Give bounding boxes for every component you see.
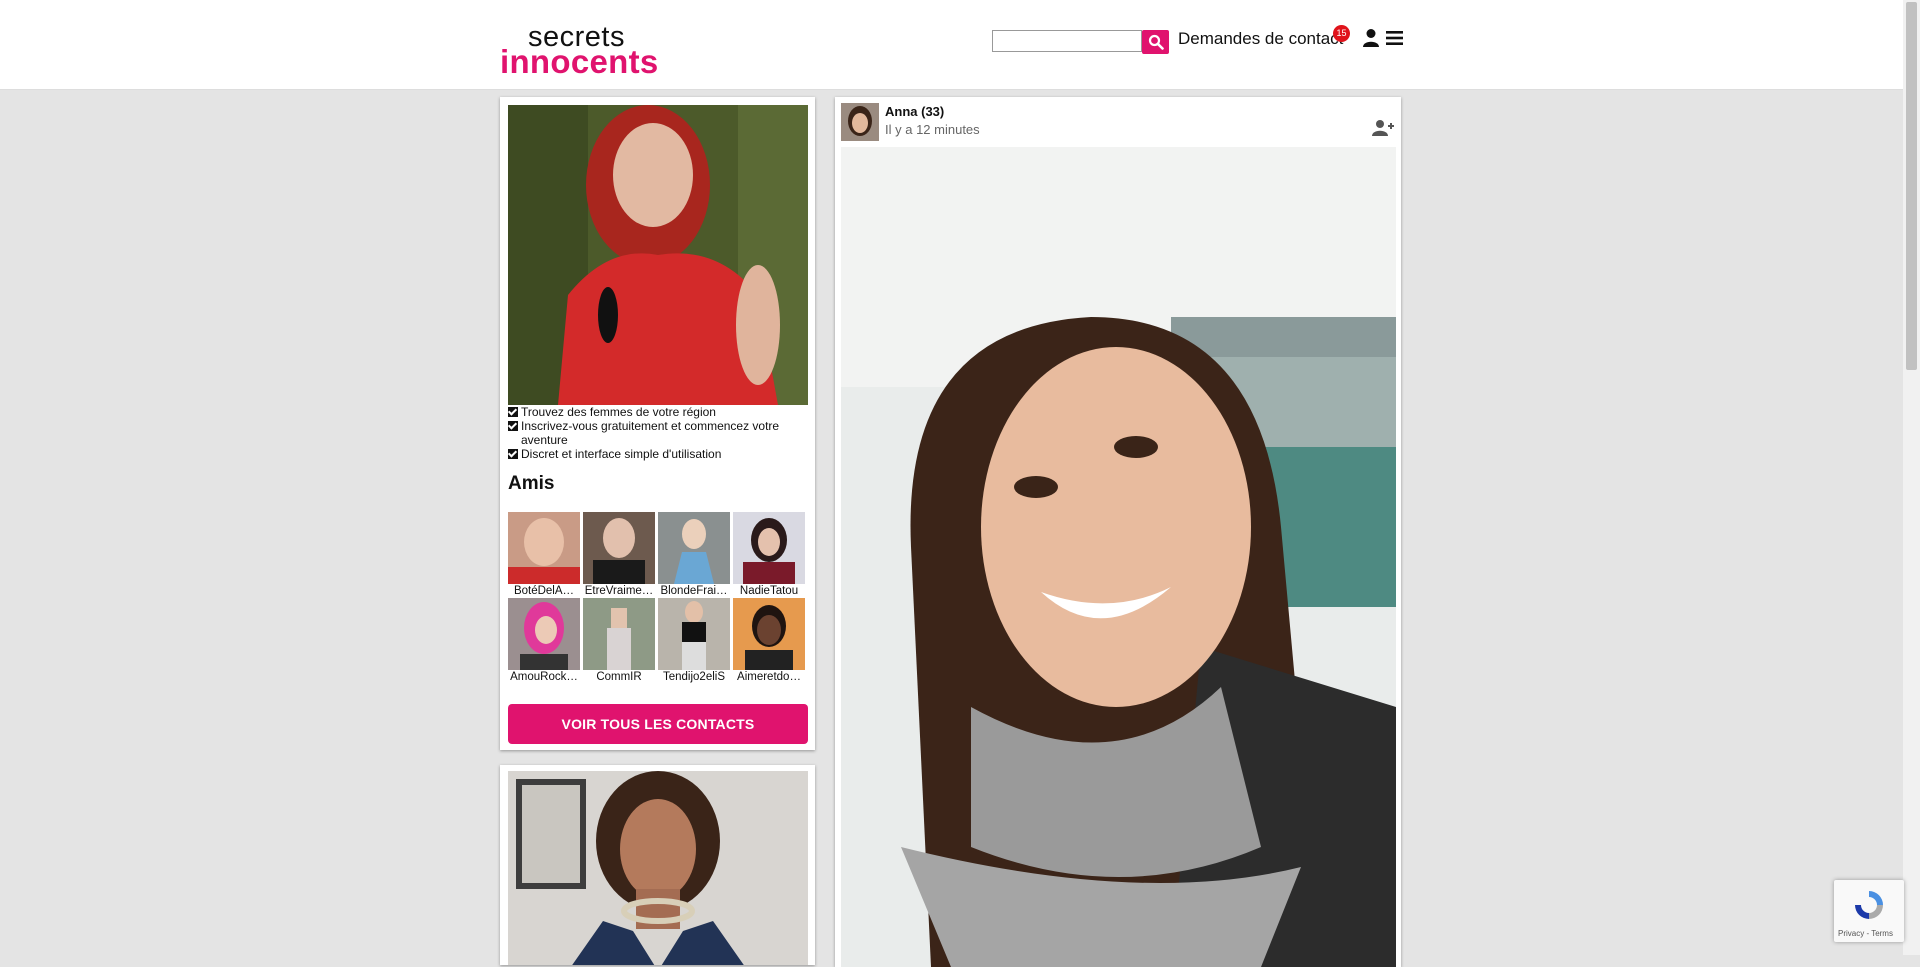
post-author-avatar[interactable] [841, 103, 879, 141]
notification-badge: 15 [1333, 25, 1350, 42]
friend-name[interactable]: Aimeretdo… [733, 670, 805, 684]
checkbox-icon [508, 407, 518, 417]
logo-line-2: innocents [500, 43, 659, 80]
recaptcha-icon [1855, 891, 1883, 919]
top-header: secrets innocents Demandes de contact 15 [0, 0, 1903, 90]
friend-tile[interactable]: Aimeretdo… [733, 598, 806, 684]
friend-tile[interactable]: CommIR [583, 598, 656, 684]
post-timestamp: Il y a 12 minutes [885, 122, 980, 137]
menu-icon[interactable] [1386, 30, 1403, 46]
search-icon [1148, 34, 1164, 50]
contact-requests-link[interactable]: Demandes de contact [1178, 28, 1343, 50]
search-input[interactable] [992, 30, 1142, 52]
checkbox-icon [508, 421, 518, 431]
promo-photo-2 [508, 771, 808, 965]
friend-avatar[interactable] [658, 598, 730, 670]
promo-card-2 [500, 765, 815, 965]
friend-avatar[interactable] [508, 598, 580, 670]
post-author-name[interactable]: Anna (33) [885, 104, 944, 119]
view-all-contacts-button[interactable]: VOIR TOUS LES CONTACTS [508, 704, 808, 744]
promo-photo [508, 105, 808, 405]
friends-title: Amis [508, 473, 555, 494]
friend-tile[interactable]: BlondeFrai… [658, 512, 731, 598]
friend-tile[interactable]: BotéDelA… [508, 512, 581, 598]
friend-avatar[interactable] [583, 598, 655, 670]
friend-name[interactable]: CommIR [583, 670, 655, 684]
friend-avatar[interactable] [583, 512, 655, 584]
search-button[interactable] [1142, 30, 1169, 54]
checkbox-icon [508, 449, 518, 459]
feature-item: Discret et interface simple d'utilisatio… [508, 447, 808, 461]
friend-name[interactable]: Tendijo2eliS [658, 670, 730, 684]
friend-name[interactable]: AmouRock… [508, 670, 580, 684]
friend-avatar[interactable] [508, 512, 580, 584]
friend-name[interactable]: NadieTatou [733, 584, 805, 598]
promo-card: Trouvez des femmes de votre région Inscr… [500, 97, 815, 750]
recaptcha-links[interactable]: Privacy - Terms [1838, 929, 1893, 938]
friend-tile[interactable]: NadieTatou [733, 512, 806, 598]
friend-avatar[interactable] [658, 512, 730, 584]
scrollbar-thumb[interactable] [1906, 2, 1917, 370]
feature-item: Trouvez des femmes de votre région [508, 405, 808, 419]
site-logo[interactable]: secrets innocents [500, 22, 675, 80]
friend-tile[interactable]: Tendijo2eliS [658, 598, 731, 684]
friend-name[interactable]: EtreVraime… [583, 584, 655, 598]
post-card: Anna (33) Il y a 12 minutes [835, 97, 1401, 967]
friend-avatar[interactable] [733, 598, 805, 670]
feature-list: Trouvez des femmes de votre région Inscr… [508, 405, 808, 461]
user-icon[interactable] [1362, 28, 1380, 48]
friend-avatar[interactable] [733, 512, 805, 584]
friend-name[interactable]: BotéDelA… [508, 584, 580, 598]
feature-item: Inscrivez-vous gratuitement et commencez… [508, 419, 808, 447]
add-friend-icon[interactable] [1372, 119, 1394, 137]
friend-tile[interactable]: EtreVraime… [583, 512, 656, 598]
friend-name[interactable]: BlondeFrai… [658, 584, 730, 598]
friend-tile[interactable]: AmouRock… [508, 598, 581, 684]
post-photo[interactable] [841, 147, 1396, 967]
recaptcha-badge[interactable]: Privacy - Terms [1834, 880, 1904, 942]
